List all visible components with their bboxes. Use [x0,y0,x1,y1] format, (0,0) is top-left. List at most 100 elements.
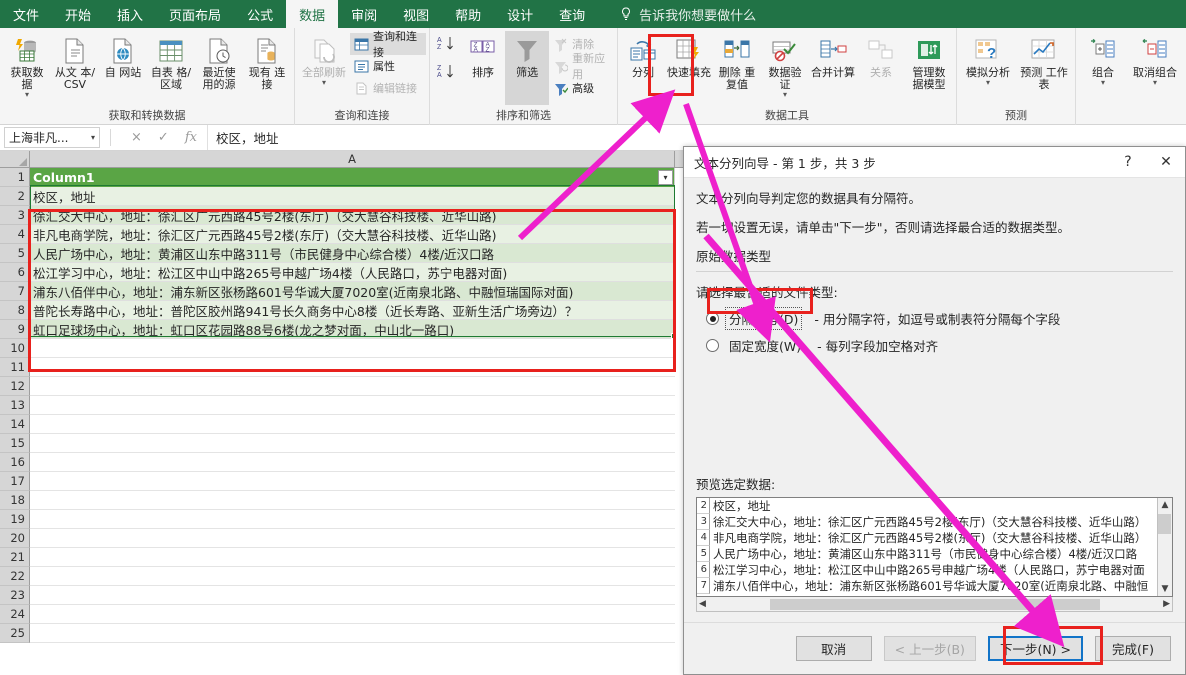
row-number[interactable]: 24 [0,605,30,624]
dialog-close-icon[interactable]: ✕ [1147,147,1185,178]
radio-delimited-row[interactable]: 分隔符号(D) - 用分隔字符，如逗号或制表符分隔每个字段 [706,307,1173,330]
dialog-help-icon[interactable]: ? [1109,147,1147,178]
row-number[interactable]: 7 [0,282,30,301]
row-number[interactable]: 22 [0,567,30,586]
row-number[interactable]: 8 [0,301,30,320]
refresh-all-button[interactable]: 全部刷新 ▾ [298,31,350,87]
row-number[interactable]: 13 [0,396,30,415]
table-row[interactable]: 校区，地址 [30,187,675,206]
refresh-all-dropdown-caret[interactable]: ▾ [322,79,326,87]
row-number[interactable]: 6 [0,263,30,282]
row-number[interactable]: 16 [0,453,30,472]
table-row[interactable]: 普陀长寿路中心，地址：普陀区胶州路941号长久商务中心8楼（近长寿路、亚新生活广… [30,301,675,320]
data-validation-dropdown-caret[interactable]: ▾ [783,91,787,99]
text-to-columns-button[interactable]: 分列 [621,31,665,79]
scroll-up-icon[interactable]: ▲ [1162,498,1169,512]
existing-connections-button[interactable]: 现有 连接 [243,31,291,91]
name-box-chevron-down-icon[interactable]: ▾ [91,133,95,142]
scroll-down-icon[interactable]: ▼ [1162,582,1169,596]
next-button[interactable]: 下一步(N) > [987,636,1083,661]
table-header-row[interactable]: Column1 [30,168,675,187]
row-number[interactable]: 25 [0,624,30,643]
get-data-dropdown-caret[interactable]: ▾ [25,91,29,99]
sort-descending-icon[interactable]: ZA [437,63,457,83]
empty-row[interactable] [30,548,675,567]
data-validation-button[interactable]: 数据验 证 ▾ [761,31,809,99]
insert-function-icon[interactable]: fx [185,130,197,145]
empty-row[interactable] [30,491,675,510]
tab-page-layout[interactable]: 页面布局 [156,0,234,28]
ungroup-button[interactable]: 取消组合 ▾ [1127,31,1183,87]
tab-help[interactable]: 帮助 [442,0,494,28]
row-number[interactable]: 17 [0,472,30,491]
row-number[interactable]: 15 [0,434,30,453]
tell-me-box[interactable]: 告诉我你想要做什么 [598,0,756,28]
table-row[interactable]: 人民广场中心，地址：黄浦区山东中路311号（市民健身中心综合楼）4楼/近汉口路 [30,244,675,263]
consolidate-button[interactable]: 合并计算 [809,31,857,79]
empty-row[interactable] [30,472,675,491]
empty-row[interactable] [30,339,675,358]
row-number[interactable]: 18 [0,491,30,510]
sort-ascending-icon[interactable]: AZ [437,35,457,55]
what-if-dropdown-caret[interactable]: ▾ [986,79,990,87]
tab-home[interactable]: 开始 [52,0,104,28]
name-box[interactable]: 上海非凡... ▾ [4,127,100,148]
scroll-left-icon[interactable]: ◀ [699,597,706,611]
row-number[interactable]: 19 [0,510,30,529]
empty-row[interactable] [30,415,675,434]
empty-row[interactable] [30,586,675,605]
tab-design[interactable]: 设计 [494,0,546,28]
radio-delimited-icon[interactable] [706,312,719,325]
preview-vscroll-thumb[interactable] [1158,514,1171,534]
row-number[interactable]: 5 [0,244,30,263]
from-text-csv-button[interactable]: 从文 本/CSV [51,31,99,91]
table-row[interactable]: 虹口足球场中心，地址：虹口区花园路88号6楼(龙之梦对面，中山北一路口) [30,320,675,339]
tab-file[interactable]: 文件 [0,0,52,28]
confirm-entry-icon[interactable]: ✓ [158,130,169,145]
preview-box[interactable]: 2 校区，地址 3 徐汇交大中心，地址：徐汇区广元西路45号2楼(东厅)（交大慧… [696,497,1173,597]
empty-row[interactable] [30,624,675,643]
advanced-filter-button[interactable]: 高级 [549,77,614,99]
preview-horizontal-scrollbar[interactable]: ◀ ▶ [696,597,1173,612]
row-number[interactable]: 14 [0,415,30,434]
row-number[interactable]: 3 [0,206,30,225]
queries-connections-button[interactable]: 查询和连接 [350,30,427,59]
preview-vertical-scrollbar[interactable]: ▲ ▼ [1157,498,1172,596]
tab-formulas[interactable]: 公式 [234,0,286,28]
row-number[interactable]: 4 [0,225,30,244]
what-if-analysis-button[interactable]: ? 模拟分析 ▾ [960,31,1016,87]
finish-button[interactable]: 完成(F) [1095,636,1171,661]
group-dropdown-caret[interactable]: ▾ [1101,79,1105,87]
empty-row[interactable] [30,358,675,377]
empty-row[interactable] [30,434,675,453]
row-number[interactable]: 23 [0,586,30,605]
tab-view[interactable]: 视图 [390,0,442,28]
row-number[interactable]: 10 [0,339,30,358]
table-row[interactable]: 徐汇交大中心，地址：徐汇区广元西路45号2楼(东厅)（交大慧谷科技楼、近华山路) [30,206,675,225]
table-filter-dropdown-icon[interactable]: ▾ [658,170,673,185]
from-web-button[interactable]: 自 网站 [99,31,147,79]
row-number[interactable]: 1 [0,168,30,187]
select-all-corner[interactable] [0,151,30,167]
cancel-entry-icon[interactable]: × [131,130,142,145]
empty-row[interactable] [30,510,675,529]
tab-query[interactable]: 查询 [546,0,598,28]
properties-button[interactable]: 属性 [350,55,426,77]
row-number[interactable]: 12 [0,377,30,396]
selection-fill-handle[interactable] [671,333,677,339]
group-button[interactable]: 组合 ▾ [1079,31,1127,87]
table-row[interactable]: 浦东八佰伴中心，地址：浦东新区张杨路601号华诚大厦7020室(近南泉北路、中融… [30,282,675,301]
filter-button[interactable]: 筛选 [505,31,550,105]
scroll-right-icon[interactable]: ▶ [1163,597,1170,611]
row-number[interactable]: 9 [0,320,30,339]
preview-hscroll-thumb[interactable] [769,598,1100,610]
empty-row[interactable] [30,453,675,472]
table-row[interactable]: 松江学习中心，地址：松江区中山中路265号申越广场4楼（人民路口，苏宁电器对面) [30,263,675,282]
flash-fill-button[interactable]: 快速填充 [665,31,713,79]
recent-sources-button[interactable]: 最近使 用的源 [195,31,243,91]
empty-row[interactable] [30,605,675,624]
remove-duplicates-button[interactable]: 删除 重复值 [713,31,761,91]
get-data-button[interactable]: 获取数 据 ▾ [3,31,51,99]
column-header-a[interactable]: A [30,151,675,167]
ungroup-dropdown-caret[interactable]: ▾ [1153,79,1157,87]
